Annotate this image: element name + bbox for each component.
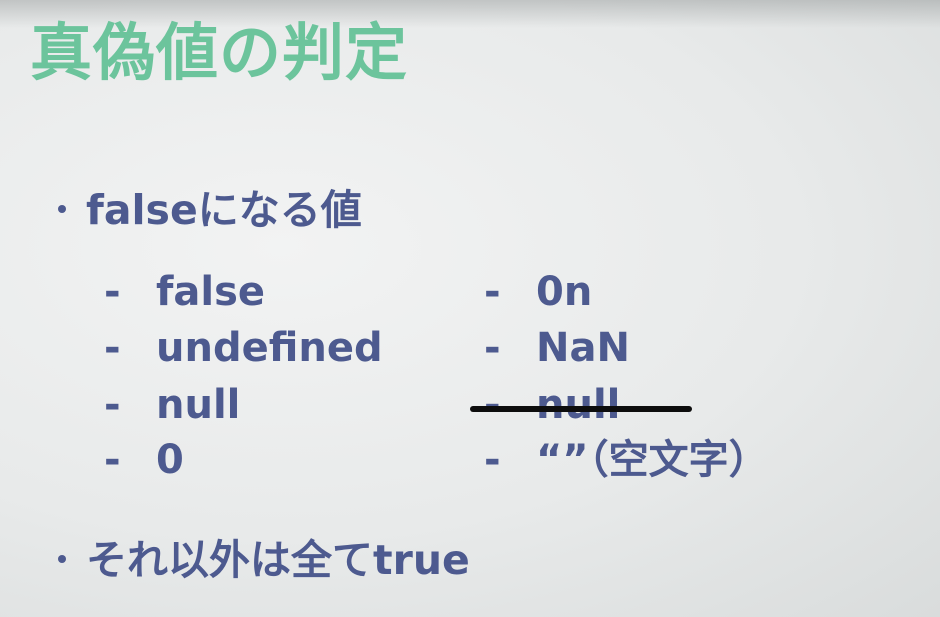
dash-marker: -	[104, 382, 121, 428]
list-item: - undefined	[104, 328, 383, 368]
list-item-value: undefined	[156, 325, 383, 371]
dash-marker: -	[484, 437, 501, 483]
list-item-value: “”（空文字）	[536, 437, 769, 483]
dash-marker: -	[484, 325, 501, 371]
list-item: -0	[104, 440, 184, 480]
dash-marker: -	[104, 325, 121, 371]
dash-marker: -	[104, 437, 121, 483]
list-item: - null	[104, 385, 240, 425]
dash-marker: -	[104, 269, 121, 315]
list-item: -0n	[484, 272, 592, 312]
dash-marker: -	[484, 269, 501, 315]
slide-title: 真偽値の判定	[30, 16, 409, 89]
bullet-false-values: falseになる値	[58, 190, 362, 231]
list-item-value: 0	[156, 437, 184, 483]
list-item: - NaN	[484, 328, 630, 368]
slide: 真偽値の判定 falseになる値 - false - undefined - null…	[0, 0, 940, 617]
list-item-value: null	[536, 382, 621, 428]
bullet-otherwise-true-text: それ以外は全てtrue	[86, 536, 470, 584]
bullet-dot-icon	[58, 205, 66, 213]
bullet-false-values-text: falseになる値	[86, 186, 362, 234]
bullet-otherwise-true: それ以外は全てtrue	[58, 540, 470, 581]
bullet-dot-icon	[58, 555, 66, 563]
dash-marker: -	[484, 382, 501, 428]
strikethrough-line	[470, 406, 692, 412]
list-item: - “”（空文字）	[484, 440, 769, 480]
list-item-struck: - null	[484, 385, 620, 425]
list-item: - false	[104, 272, 265, 312]
list-item-value: false	[156, 269, 266, 315]
list-item-value: 0n	[536, 269, 593, 315]
list-item-value: NaN	[536, 325, 630, 371]
list-item-value: null	[156, 382, 241, 428]
